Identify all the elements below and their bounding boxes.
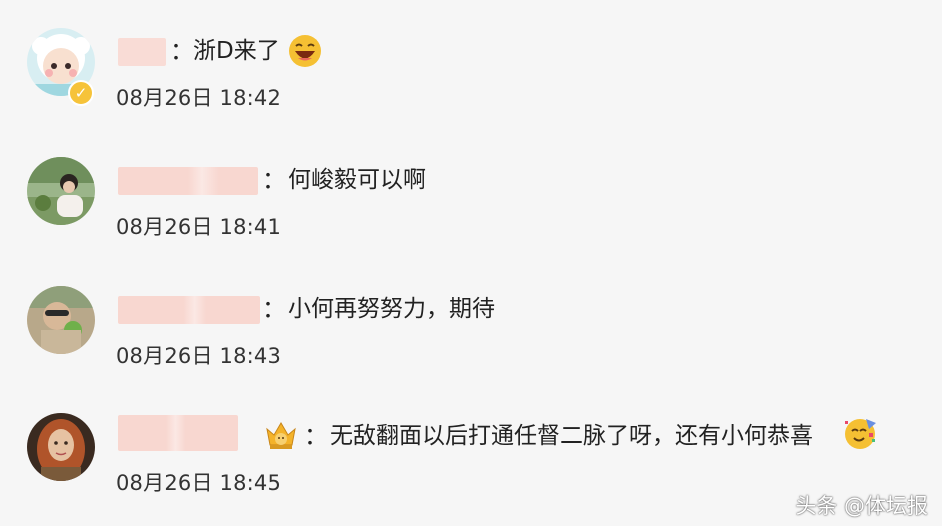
watermark: 头条 @体坛报 [795, 494, 928, 518]
comment-text: 浙D来了 [193, 38, 280, 64]
username-redacted[interactable] [118, 415, 238, 451]
colon-separator: ： [304, 422, 328, 450]
avatar[interactable] [27, 286, 95, 354]
comment-feed: ✓ ： 浙D来了 08月26日 18:42 ： 何峻毅可以啊 08月26日 18… [0, 0, 942, 526]
avatar[interactable] [27, 157, 95, 225]
comment-timestamp: 08月26日 18:42 [116, 86, 282, 110]
username-redacted[interactable] [118, 167, 258, 195]
colon-separator: ： [170, 37, 194, 65]
crown-emoji-icon [266, 422, 296, 449]
party-emoji-icon [845, 419, 876, 449]
colon-separator: ： [262, 295, 286, 323]
comment-text: 无敌翻面以后打通任督二脉了呀，还有小何恭喜 [330, 423, 813, 449]
username-redacted[interactable] [118, 38, 166, 66]
colon-separator: ： [262, 166, 286, 194]
comment-text: 小何再努努力，期待 [288, 296, 495, 322]
comment-text: 何峻毅可以啊 [288, 167, 426, 193]
comment-item: ： 何峻毅可以啊 08月26日 18:41 [0, 157, 942, 267]
comment-timestamp: 08月26日 18:45 [116, 471, 282, 495]
comment-item: ✓ ： 浙D来了 08月26日 18:42 [0, 28, 942, 138]
comment-item: ： 小何再努努力，期待 08月26日 18:43 [0, 286, 942, 396]
comment-timestamp: 08月26日 18:41 [116, 215, 282, 239]
laughing-emoji-icon [289, 35, 321, 67]
comment-timestamp: 08月26日 18:43 [116, 344, 282, 368]
verified-badge-icon: ✓ [68, 80, 94, 106]
username-redacted[interactable] [118, 296, 260, 324]
avatar[interactable] [27, 413, 95, 481]
